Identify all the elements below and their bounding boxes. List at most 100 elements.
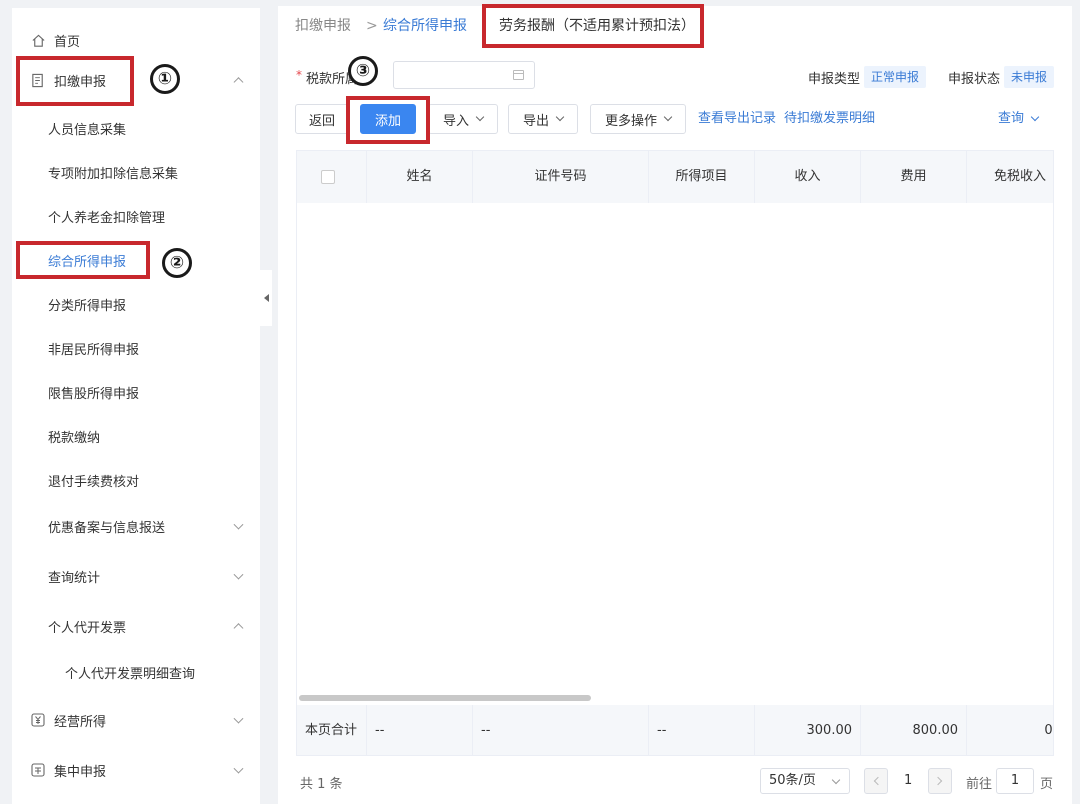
breadcrumb-item-withholding[interactable]: 扣缴申报 — [295, 6, 351, 46]
column-header[interactable]: 姓名 — [367, 151, 473, 203]
sidebar-item-preferential-filing[interactable]: 优惠备案与信息报送 — [12, 504, 260, 548]
page-size-select[interactable]: 50条/页 — [760, 768, 850, 794]
summary-cell: -- — [473, 705, 649, 755]
filing-type-tag: 正常申报 — [864, 66, 927, 88]
horizontal-scrollbar[interactable] — [299, 695, 591, 701]
sidebar-item-nonresident-income[interactable]: 非居民所得申报 — [12, 326, 260, 370]
sidebar-item-query-stats[interactable]: 查询统计 — [12, 554, 260, 598]
main-panel: * 税款所属 申报类型 正常申报 申报状态 未申报 返回 添加 导入 导出 更多… — [278, 46, 1072, 804]
sidebar-item-personal-invoice[interactable]: 个人代开发票 — [12, 604, 260, 648]
chevron-down-icon — [1030, 112, 1040, 122]
sidebar-item-label: 非居民所得申报 — [48, 342, 140, 358]
goto-page-input[interactable]: 1 — [996, 768, 1034, 794]
folder-icon — [30, 762, 46, 778]
next-page-button[interactable] — [928, 768, 952, 794]
chevron-left-icon — [873, 776, 883, 786]
chevron-down-icon — [555, 112, 565, 122]
filing-type-label: 申报类型 — [808, 72, 861, 87]
annotation-box-withholding — [16, 56, 134, 106]
chevron-down-icon — [233, 519, 244, 530]
sidebar-item-label: 专项附加扣除信息采集 — [48, 166, 179, 182]
sidebar-item-label: 退付手续费核对 — [48, 474, 140, 490]
chevron-down-icon — [663, 112, 673, 122]
summary-cell: 300.00 — [755, 705, 861, 755]
pending-invoice-link[interactable]: 待扣缴发票明细 — [784, 104, 875, 134]
column-header[interactable]: 免税收入 — [967, 151, 1053, 203]
sidebar-item-label: 分类所得申报 — [48, 298, 127, 314]
annotation-marker-1: ① — [150, 64, 180, 94]
sidebar-item-label: 经营所得 — [54, 714, 107, 730]
sidebar-item-personnel-info[interactable]: 人员信息采集 — [12, 106, 260, 150]
pagination: 共 1 条 50条/页 1 前往 1 页 — [278, 766, 1072, 796]
sidebar-item-label: 优惠备案与信息报送 — [48, 520, 166, 536]
table-body — [297, 203, 1053, 691]
income-table: 姓名 证件号码 所得项目 收入 费用 免税收入 本页合计 -- -- -- 30… — [296, 150, 1054, 756]
goto-label: 前往 — [966, 777, 993, 792]
sidebar-item-fee-refund[interactable]: 退付手续费核对 — [12, 458, 260, 502]
query-label: 查询 — [998, 111, 1025, 126]
back-button[interactable]: 返回 — [295, 104, 349, 134]
sidebar-item-label: 首页 — [54, 34, 81, 50]
column-header[interactable]: 证件号码 — [473, 151, 649, 203]
more-actions-button[interactable]: 更多操作 — [590, 104, 686, 134]
total-count: 共 1 条 — [300, 777, 343, 792]
more-actions-label: 更多操作 — [604, 113, 657, 129]
column-header[interactable]: 所得项目 — [649, 151, 755, 203]
breadcrumb-item-comprehensive[interactable]: 综合所得申报 — [383, 6, 467, 46]
required-mark: * — [296, 68, 302, 82]
view-export-log-link[interactable]: 查看导出记录 — [698, 104, 776, 134]
sidebar-item-label: 人员信息采集 — [48, 122, 127, 138]
sidebar-item-centralized-filing[interactable]: 集中申报 — [12, 748, 260, 792]
calendar-icon — [513, 70, 524, 80]
sidebar: 首页 扣缴申报 人员信息采集 专项附加扣除信息采集 个人养老金扣除管理 综合所得… — [12, 8, 260, 804]
select-all-cell — [297, 151, 367, 203]
column-header[interactable]: 收入 — [755, 151, 861, 203]
sidebar-item-label: 集中申报 — [54, 764, 107, 780]
chevron-down-icon — [233, 713, 244, 724]
filing-status-tag: 未申报 — [1004, 66, 1055, 88]
column-header[interactable]: 费用 — [861, 151, 967, 203]
table-summary-row: 本页合计 -- -- -- 300.00 800.00 0.0 — [297, 705, 1053, 755]
period-date-input[interactable] — [393, 61, 535, 89]
summary-label: 本页合计 — [297, 705, 367, 755]
sidebar-item-label: 限售股所得申报 — [48, 386, 140, 402]
chevron-up-icon — [233, 77, 244, 88]
summary-cell: 0.0 — [1044, 723, 1053, 738]
select-all-checkbox[interactable] — [321, 170, 335, 184]
export-button[interactable]: 导出 — [508, 104, 578, 134]
summary-cell: 800.00 — [861, 705, 967, 755]
query-toggle[interactable]: 查询 — [998, 104, 1040, 134]
sidebar-item-label: 个人代开发票明细查询 — [65, 666, 196, 682]
chevron-down-icon — [233, 569, 244, 580]
annotation-box-add-button — [346, 96, 430, 144]
export-label: 导出 — [522, 113, 549, 129]
sidebar-item-special-deduction[interactable]: 专项附加扣除信息采集 — [12, 150, 260, 194]
sidebar-item-personal-invoice-detail[interactable]: 个人代开发票明细查询 — [12, 650, 260, 694]
import-label: 导入 — [442, 113, 469, 129]
table-header: 姓名 证件号码 所得项目 收入 费用 免税收入 — [297, 151, 1053, 203]
page-unit: 页 — [1040, 777, 1054, 792]
filing-status-label: 申报状态 — [948, 72, 1001, 87]
prev-page-button[interactable] — [864, 768, 888, 794]
home-icon — [30, 32, 46, 48]
sidebar-item-label: 个人养老金扣除管理 — [48, 210, 166, 226]
sidebar-item-pension-deduction[interactable]: 个人养老金扣除管理 — [12, 194, 260, 238]
chevron-right-icon — [933, 776, 943, 786]
sidebar-collapse-handle[interactable] — [260, 270, 272, 326]
sidebar-item-label: 个人代开发票 — [48, 620, 127, 636]
sidebar-item-restricted-shares[interactable]: 限售股所得申报 — [12, 370, 260, 414]
sidebar-item-business-income[interactable]: 经营所得 — [12, 698, 260, 742]
annotation-box-current-page — [482, 4, 704, 48]
breadcrumb-separator: > — [366, 18, 378, 34]
chevron-up-icon — [233, 623, 244, 634]
chevron-down-icon — [475, 112, 485, 122]
annotation-box-comprehensive — [16, 241, 150, 279]
sidebar-item-tax-payment[interactable]: 税款缴纳 — [12, 414, 260, 458]
annotation-marker-3: ③ — [348, 56, 378, 86]
yuan-icon — [30, 712, 46, 728]
summary-cell: -- — [649, 705, 755, 755]
sidebar-item-classified-income[interactable]: 分类所得申报 — [12, 282, 260, 326]
annotation-marker-2: ② — [162, 248, 192, 278]
current-page[interactable]: 1 — [904, 773, 912, 788]
import-button[interactable]: 导入 — [428, 104, 498, 134]
